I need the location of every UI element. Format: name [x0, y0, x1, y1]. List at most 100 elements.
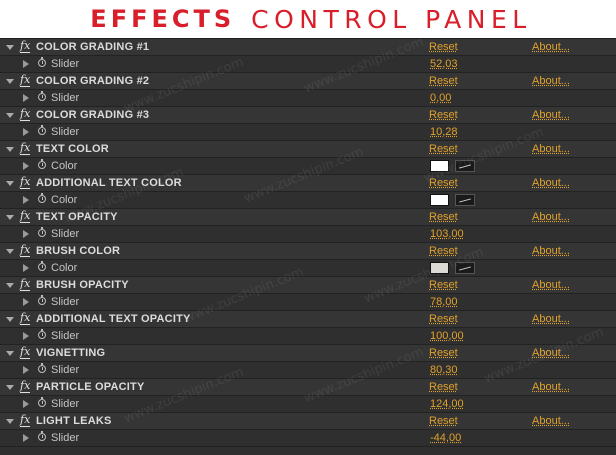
about-link[interactable]: About...	[532, 211, 570, 223]
twirl-closed-icon[interactable]	[23, 264, 29, 272]
twirl-closed-icon[interactable]	[23, 60, 29, 68]
twirl-closed-icon[interactable]	[23, 162, 29, 170]
stopwatch-icon[interactable]	[38, 431, 46, 441]
slider-value[interactable]: 124,00	[430, 398, 464, 410]
fx-icon[interactable]: fx	[20, 176, 31, 189]
param-name: Color	[51, 262, 78, 274]
twirl-closed-icon[interactable]	[23, 434, 29, 442]
reset-link[interactable]: Reset	[429, 41, 458, 53]
reset-link[interactable]: Reset	[429, 211, 458, 223]
about-link[interactable]: About...	[532, 415, 570, 427]
reset-link[interactable]: Reset	[429, 347, 458, 359]
twirl-open-icon[interactable]	[6, 419, 14, 424]
effect-header-vignetting: fx VIGNETTING Reset About...	[0, 345, 616, 362]
effect-param-vignetting: Slider 80,30	[0, 362, 616, 379]
stopwatch-icon[interactable]	[38, 227, 46, 237]
eyedropper-icon[interactable]	[455, 160, 475, 172]
effect-param-text-color: Color	[0, 158, 616, 175]
eyedropper-icon[interactable]	[455, 262, 475, 274]
slider-value[interactable]: 80,30	[430, 364, 458, 376]
slider-value[interactable]: 52,03	[430, 58, 458, 70]
stopwatch-icon[interactable]	[38, 159, 46, 169]
twirl-closed-icon[interactable]	[23, 128, 29, 136]
twirl-open-icon[interactable]	[6, 113, 14, 118]
reset-link[interactable]: Reset	[429, 279, 458, 291]
fx-icon[interactable]: fx	[20, 380, 31, 393]
slider-value[interactable]: -44,00	[430, 432, 461, 444]
about-link[interactable]: About...	[532, 279, 570, 291]
color-swatch[interactable]	[430, 194, 449, 206]
slider-value[interactable]: 100,00	[430, 330, 464, 342]
fx-icon[interactable]: fx	[20, 74, 31, 87]
fx-icon[interactable]: fx	[20, 312, 31, 325]
twirl-open-icon[interactable]	[6, 317, 14, 322]
twirl-open-icon[interactable]	[6, 147, 14, 152]
reset-link[interactable]: Reset	[429, 415, 458, 427]
twirl-open-icon[interactable]	[6, 215, 14, 220]
twirl-open-icon[interactable]	[6, 181, 14, 186]
reset-link[interactable]: Reset	[429, 177, 458, 189]
about-link[interactable]: About...	[532, 143, 570, 155]
twirl-open-icon[interactable]	[6, 385, 14, 390]
reset-link[interactable]: Reset	[429, 75, 458, 87]
reset-link[interactable]: Reset	[429, 381, 458, 393]
about-link[interactable]: About...	[532, 41, 570, 53]
about-link[interactable]: About...	[532, 381, 570, 393]
slider-value[interactable]: 103,00	[430, 228, 464, 240]
twirl-closed-icon[interactable]	[23, 230, 29, 238]
stopwatch-icon[interactable]	[38, 91, 46, 101]
param-name: Slider	[51, 92, 80, 104]
twirl-open-icon[interactable]	[6, 45, 14, 50]
fx-icon[interactable]: fx	[20, 108, 31, 121]
reset-link[interactable]: Reset	[429, 313, 458, 325]
slider-value[interactable]: 0,00	[430, 92, 451, 104]
about-link[interactable]: About...	[532, 313, 570, 325]
about-link[interactable]: About...	[532, 75, 570, 87]
twirl-closed-icon[interactable]	[23, 94, 29, 102]
fx-icon[interactable]: fx	[20, 244, 31, 257]
reset-link[interactable]: Reset	[429, 143, 458, 155]
reset-link[interactable]: Reset	[429, 109, 458, 121]
fx-icon[interactable]: fx	[20, 40, 31, 53]
fx-icon[interactable]: fx	[20, 210, 31, 223]
effect-name: LIGHT LEAKS	[36, 415, 112, 427]
color-swatch[interactable]	[430, 262, 449, 274]
effect-header-particle-opacity: fx PARTICLE OPACITY Reset About...	[0, 379, 616, 396]
twirl-open-icon[interactable]	[6, 79, 14, 84]
param-name: Slider	[51, 364, 80, 376]
stopwatch-icon[interactable]	[38, 193, 46, 203]
stopwatch-icon[interactable]	[38, 125, 46, 135]
effect-name: ADDITIONAL TEXT OPACITY	[36, 313, 191, 325]
twirl-open-icon[interactable]	[6, 283, 14, 288]
fx-icon[interactable]: fx	[20, 278, 31, 291]
slider-value[interactable]: 10,28	[430, 126, 458, 138]
twirl-open-icon[interactable]	[6, 351, 14, 356]
twirl-closed-icon[interactable]	[23, 400, 29, 408]
stopwatch-icon[interactable]	[38, 57, 46, 67]
param-name: Slider	[51, 296, 80, 308]
twirl-open-icon[interactable]	[6, 249, 14, 254]
eyedropper-icon[interactable]	[455, 194, 475, 206]
about-link[interactable]: About...	[532, 245, 570, 257]
fx-icon[interactable]: fx	[20, 346, 31, 359]
fx-icon[interactable]: fx	[20, 414, 31, 427]
param-name: Color	[51, 160, 78, 172]
stopwatch-icon[interactable]	[38, 261, 46, 271]
twirl-closed-icon[interactable]	[23, 366, 29, 374]
param-name: Slider	[51, 432, 80, 444]
twirl-closed-icon[interactable]	[23, 298, 29, 306]
about-link[interactable]: About...	[532, 177, 570, 189]
twirl-closed-icon[interactable]	[23, 332, 29, 340]
fx-icon[interactable]: fx	[20, 142, 31, 155]
stopwatch-icon[interactable]	[38, 363, 46, 373]
color-swatch[interactable]	[430, 160, 449, 172]
effect-param-particle-opacity: Slider 124,00	[0, 396, 616, 413]
slider-value[interactable]: 78,00	[430, 296, 458, 308]
about-link[interactable]: About...	[532, 109, 570, 121]
about-link[interactable]: About...	[532, 347, 570, 359]
twirl-closed-icon[interactable]	[23, 196, 29, 204]
stopwatch-icon[interactable]	[38, 397, 46, 407]
stopwatch-icon[interactable]	[38, 295, 46, 305]
reset-link[interactable]: Reset	[429, 245, 458, 257]
stopwatch-icon[interactable]	[38, 329, 46, 339]
